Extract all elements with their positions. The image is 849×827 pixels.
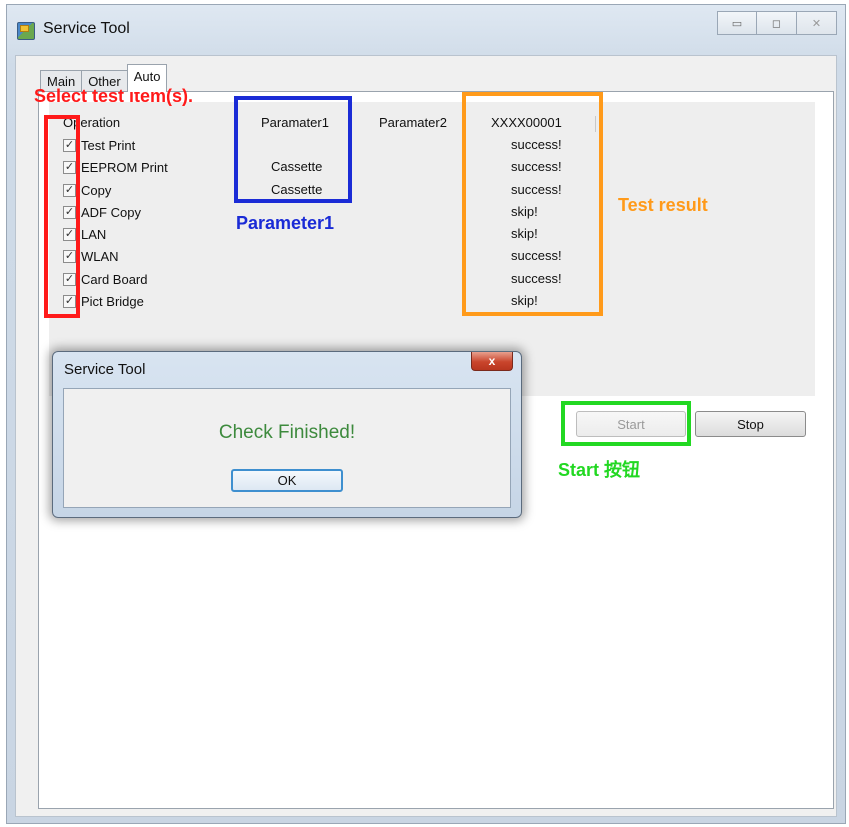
start-button-annotation: Start 按钮 — [558, 460, 641, 480]
item-name: Card Board — [81, 271, 148, 287]
ok-button[interactable]: OK — [231, 469, 343, 492]
app-icon — [17, 22, 35, 40]
close-icon[interactable]: x — [471, 352, 513, 371]
select-items-annotation: Select test item(s). — [34, 86, 194, 106]
window-title: Service Tool — [43, 20, 130, 37]
parameter1-annotation: Parameter1 — [236, 213, 335, 233]
dialog-body: Check Finished! OK — [63, 388, 511, 508]
stop-button[interactable]: Stop — [695, 411, 806, 437]
title-bar[interactable]: Service Tool ▭ ◻ ✕ — [7, 5, 845, 55]
close-icon[interactable]: ✕ — [797, 11, 837, 35]
tab-auto[interactable]: Auto — [126, 64, 168, 92]
parameter1-highlight — [234, 96, 352, 203]
column-header-parameter2[interactable]: Paramater2 — [379, 115, 447, 130]
test-result-annotation: Test result — [618, 195, 708, 215]
item-name: ADF Copy — [81, 204, 141, 220]
item-name: EEPROM Print — [81, 159, 168, 175]
minimize-icon[interactable]: ▭ — [717, 11, 757, 35]
dialog-message: Check Finished! — [218, 422, 356, 443]
item-name: LAN — [81, 226, 107, 242]
dialog-title: Service Tool — [64, 361, 146, 378]
item-name: Pict Bridge — [81, 293, 144, 309]
select-items-highlight — [44, 115, 80, 318]
item-name: Copy — [81, 182, 112, 198]
window-controls: ▭ ◻ ✕ — [717, 11, 837, 37]
item-name: Test Print — [81, 137, 136, 153]
test-result-highlight — [462, 92, 603, 316]
item-name: WLAN — [81, 248, 119, 264]
maximize-icon[interactable]: ◻ — [757, 11, 797, 35]
check-finished-dialog: Service Tool x Check Finished! OK — [52, 351, 522, 518]
start-button-highlight — [561, 401, 691, 446]
